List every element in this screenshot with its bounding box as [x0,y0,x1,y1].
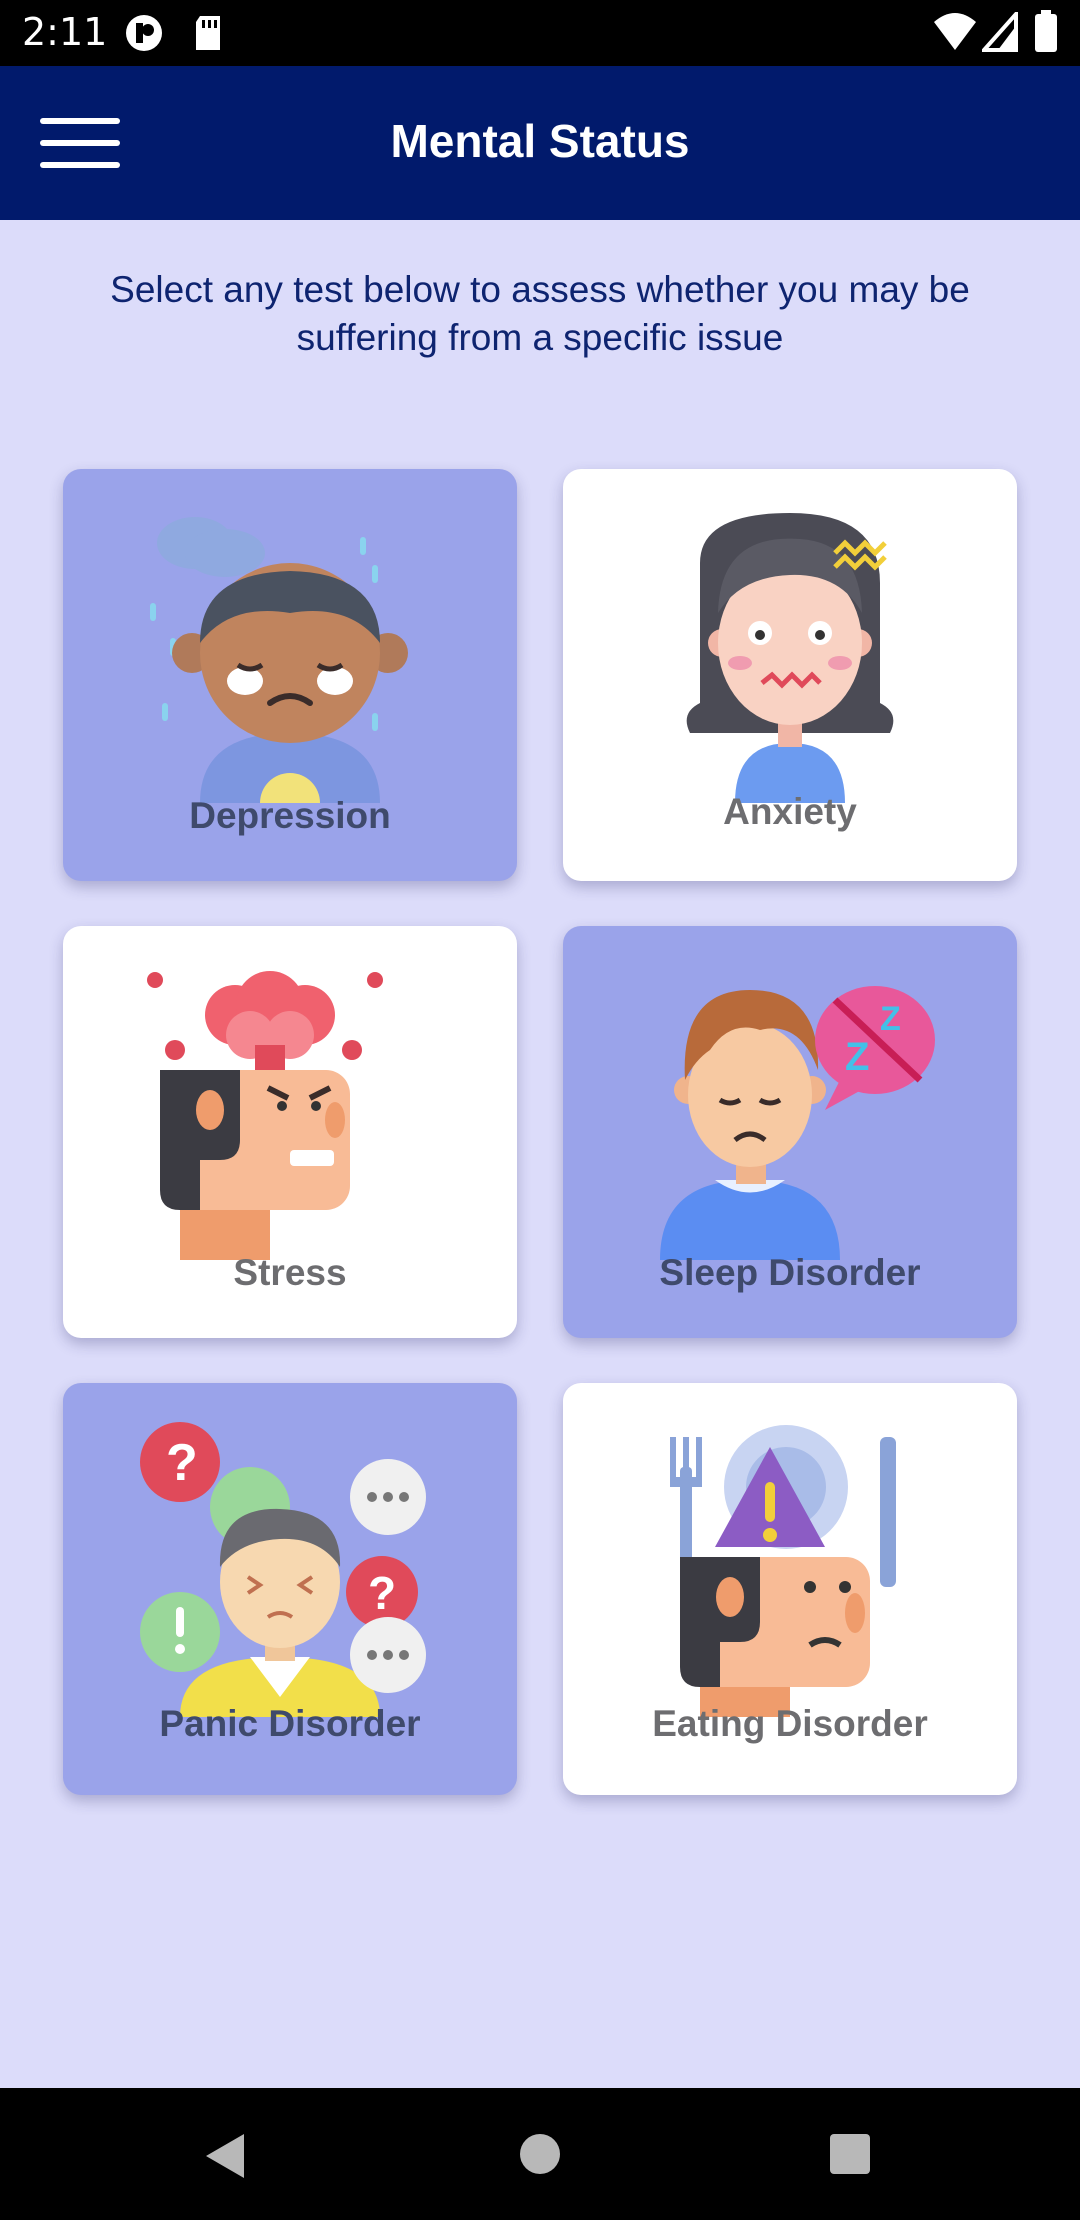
test-card-stress[interactable]: Stress [63,926,517,1338]
svg-text:Z: Z [845,1035,869,1079]
app-bar: Mental Status [0,66,1080,220]
svg-text:?: ? [166,1434,198,1492]
test-card-label: Sleep Disorder [659,1252,921,1293]
anxiety-illustration [686,513,894,803]
sleep-disorder-illustration: Z Z [660,986,935,1260]
panic-disorder-illustration: ? ? [140,1422,426,1717]
test-card-anxiety[interactable]: Anxiety [563,469,1017,881]
stress-illustration [147,971,383,1260]
home-icon[interactable] [518,2132,562,2176]
sd-card-icon [196,16,220,50]
test-card-eating-disorder[interactable]: Eating Disorder [563,1383,1017,1795]
eating-disorder-illustration [670,1425,896,1717]
test-card-label: Stress [233,1252,347,1293]
cellular-signal-icon [982,12,1018,52]
back-icon[interactable] [204,2132,248,2180]
system-navigation-bar [0,2088,1080,2220]
test-card-label: Depression [189,795,391,836]
status-bar: 2:11 [0,0,1080,66]
battery-icon [1035,10,1057,52]
test-card-panic-disorder[interactable]: ? ? Panic Disorder [63,1383,517,1795]
test-card-label: Panic Disorder [159,1703,421,1744]
notification-app-icon [126,15,162,51]
intro-text: Select any test below to assess whether … [110,269,970,358]
status-time: 2:11 [22,10,108,54]
svg-text:Z: Z [880,1000,901,1038]
test-card-sleep-disorder[interactable]: Z Z Sleep Disorder [563,926,1017,1338]
test-card-label: Anxiety [723,791,857,832]
test-card-depression[interactable]: Depression [63,469,517,881]
test-card-label: Eating Disorder [652,1703,928,1744]
page-title: Mental Status [390,115,690,167]
wifi-icon [934,13,976,50]
svg-text:?: ? [368,1567,396,1619]
recents-icon[interactable] [828,2132,872,2176]
depression-illustration [150,517,408,803]
